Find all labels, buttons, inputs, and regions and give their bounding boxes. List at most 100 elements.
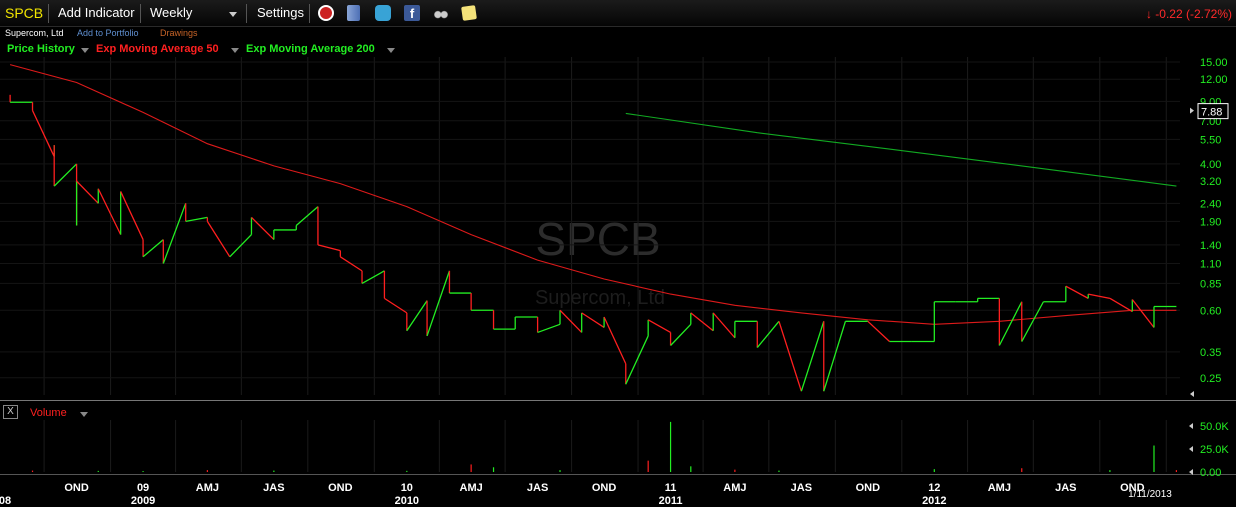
x-tick-label: AMJ <box>723 482 746 494</box>
price-pointer-icon <box>1190 107 1194 114</box>
chevron-down-icon[interactable] <box>80 412 88 417</box>
price-segment <box>162 203 187 264</box>
price-tick-label: 12.00 <box>1200 74 1228 86</box>
x-tick-label: JAS <box>263 482 284 494</box>
price-segment <box>603 316 627 364</box>
x-tick-label: JAS <box>1055 482 1076 494</box>
price-segment <box>867 320 890 343</box>
indicator-legend: Price History Exp Moving Average 50 Exp … <box>0 43 1236 57</box>
price-change-value: -0.22 (-2.72%) <box>1155 7 1232 21</box>
volume-tick-label: 50.0K <box>1200 421 1229 433</box>
price-segment <box>778 321 802 392</box>
volume-pointer-icon <box>1189 469 1193 475</box>
price-segment <box>97 188 122 235</box>
price-segment <box>185 216 208 222</box>
interval-select[interactable]: Weekly <box>150 5 192 20</box>
x-year-label: 2012 <box>922 495 946 507</box>
x-tick-label: AMJ <box>460 482 483 494</box>
price-segment <box>690 312 714 332</box>
x-year-label: 08 <box>0 495 11 507</box>
price-tick-label: 9.00 <box>1200 96 1221 108</box>
price-tick-label: 1.90 <box>1200 216 1221 228</box>
x-tick-label: OND <box>64 482 89 494</box>
price-segment <box>998 301 1023 346</box>
price-tick-label: 3.20 <box>1200 176 1221 188</box>
drawings-link[interactable]: Drawings <box>160 28 198 38</box>
price-segment <box>1021 301 1045 342</box>
x-tick-label: OND <box>856 482 881 494</box>
price-segment <box>756 320 780 348</box>
price-segment <box>800 321 825 392</box>
subbar: Supercom, Ltd Add to Portfolio Drawings <box>0 27 1236 41</box>
price-segment <box>1131 299 1155 328</box>
x-tick-label: OND <box>592 482 617 494</box>
volume-tick-label: 0.00 <box>1200 467 1221 479</box>
price-segment <box>1065 285 1089 299</box>
price-tick-label: 7.00 <box>1200 116 1221 128</box>
price-segment <box>1109 297 1133 313</box>
watermark-ticker: SPCB <box>535 213 661 265</box>
price-segment <box>559 309 583 333</box>
x-tick-label: AMJ <box>196 482 219 494</box>
price-tick-label: 0.85 <box>1200 278 1221 290</box>
alarm-clock-icon[interactable] <box>318 5 334 21</box>
price-tick-label: 0.60 <box>1200 305 1221 317</box>
price-segment <box>229 234 252 258</box>
close-volume-button[interactable]: X <box>3 405 18 419</box>
chevron-down-icon[interactable] <box>231 48 239 53</box>
toolbar-divider <box>246 4 247 23</box>
price-tick-label: 5.50 <box>1200 134 1221 146</box>
toolbar-divider <box>140 4 141 23</box>
price-segment <box>339 256 363 272</box>
ema-50-line <box>9 64 1177 325</box>
price-tick-label: 1.10 <box>1200 259 1221 271</box>
legend-price-history[interactable]: Price History <box>7 43 75 55</box>
ticker-symbol[interactable]: SPCB <box>5 5 43 21</box>
legend-ema-200[interactable]: Exp Moving Average 200 <box>246 43 375 55</box>
price-tick-label: 4.00 <box>1200 159 1221 171</box>
price-segment <box>206 221 231 258</box>
add-to-portfolio-link[interactable]: Add to Portfolio <box>77 28 139 38</box>
price-segment <box>670 323 692 346</box>
x-tick-label: 12 <box>928 482 940 494</box>
price-segment <box>76 180 99 204</box>
book-icon[interactable] <box>347 5 360 21</box>
price-segment <box>251 216 275 241</box>
x-tick-label: JAS <box>791 482 812 494</box>
facebook-icon[interactable]: f <box>404 5 420 21</box>
price-segment <box>31 110 55 157</box>
price-segment <box>361 270 385 284</box>
price-segment <box>120 191 144 240</box>
price-segment <box>142 239 164 258</box>
toolbar-divider <box>48 4 49 23</box>
volume-label[interactable]: Volume <box>30 407 67 419</box>
add-indicator-button[interactable]: Add Indicator <box>58 5 135 20</box>
price-segment <box>823 321 847 392</box>
last-price-box <box>1197 103 1229 120</box>
toolbar-divider <box>309 4 310 23</box>
price-segment <box>295 206 319 227</box>
price-segment <box>384 297 408 314</box>
price-segment <box>581 312 605 329</box>
price-segment <box>647 319 671 334</box>
chevron-down-icon[interactable] <box>81 48 89 53</box>
price-segment <box>712 312 736 339</box>
x-tick-label: OND <box>328 482 353 494</box>
x-tick-label: 11 <box>665 482 677 494</box>
volume-tick-label: 25.0K <box>1200 444 1229 456</box>
legend-ema-50[interactable]: Exp Moving Average 50 <box>96 43 219 55</box>
price-segment <box>625 335 649 385</box>
price-segment <box>426 270 451 337</box>
price-tick-label: 1.40 <box>1200 240 1221 252</box>
binoculars-icon[interactable] <box>433 5 449 21</box>
volume-header: X Volume <box>0 404 1236 420</box>
price-segment <box>53 163 78 187</box>
chevron-down-icon[interactable] <box>229 12 237 17</box>
note-icon[interactable] <box>461 5 477 21</box>
price-tick-label: 15.00 <box>1200 57 1228 69</box>
chevron-down-icon[interactable] <box>387 48 395 53</box>
settings-button[interactable]: Settings <box>257 5 304 20</box>
twitter-icon[interactable] <box>375 5 391 21</box>
x-tick-label: 09 <box>137 482 149 494</box>
company-name: Supercom, Ltd <box>5 28 64 38</box>
